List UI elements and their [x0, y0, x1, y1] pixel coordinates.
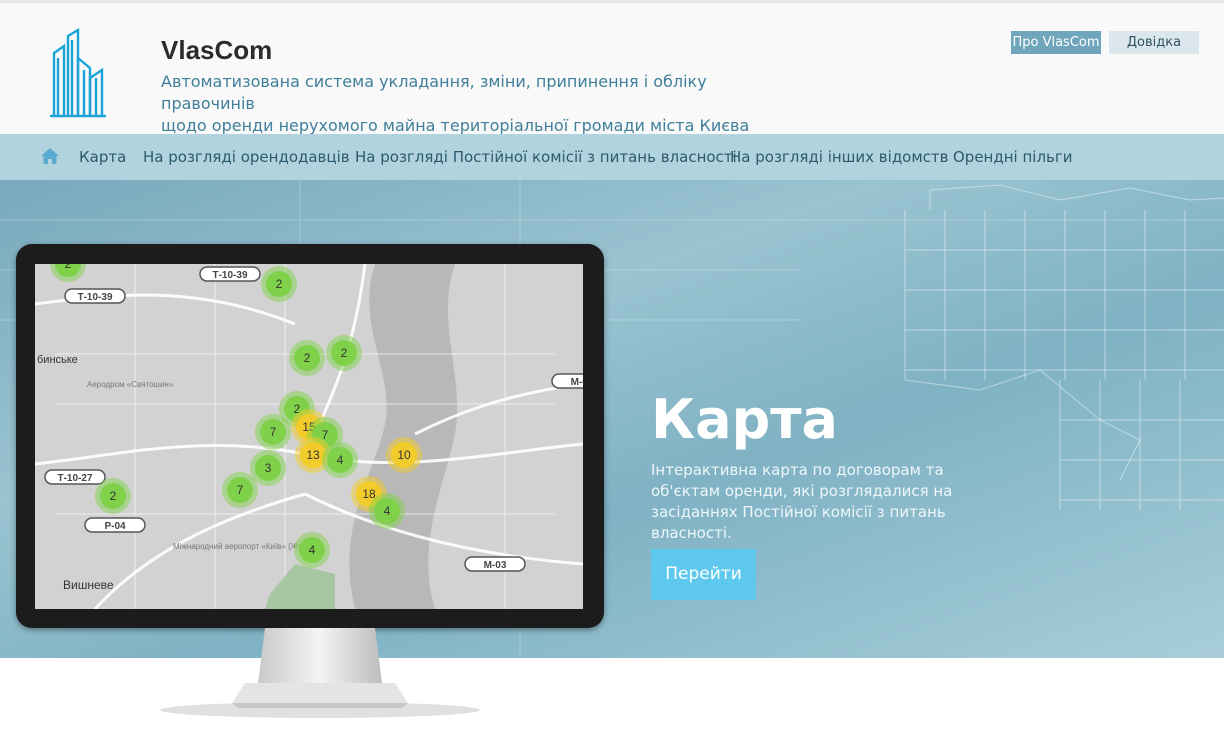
svg-text:2: 2 — [304, 351, 311, 365]
map-canvas: Т-10-39 Т-10-39 М-01 Т-10-27 Р-04 М-03 бинськ… — [35, 264, 583, 609]
svg-text:3: 3 — [265, 461, 272, 475]
road-label: М-01 — [551, 373, 583, 389]
brand-name[interactable]: VlasCom — [161, 35, 272, 66]
svg-text:М-03: М-03 — [484, 560, 507, 571]
map-cluster-marker[interactable]: 3 — [250, 450, 286, 486]
map-cluster-marker[interactable]: 4 — [294, 532, 330, 568]
map-cluster-marker[interactable]: 4 — [369, 493, 405, 529]
nav-item-rent-benefits[interactable]: Орендні пільги — [953, 148, 1073, 166]
home-icon[interactable] — [41, 148, 59, 164]
map-cluster-marker[interactable]: 2 — [289, 340, 325, 376]
svg-text:7: 7 — [237, 483, 244, 497]
svg-text:10: 10 — [397, 448, 411, 462]
map-cluster-marker[interactable]: 4 — [322, 442, 358, 478]
road-label: Т-10-39 — [199, 266, 261, 282]
nav-item-commission[interactable]: На розгляді Постійної комісії з питань в… — [355, 148, 737, 166]
svg-text:4: 4 — [384, 504, 391, 518]
svg-text:Р-04: Р-04 — [104, 521, 126, 532]
map-preview[interactable]: Т-10-39 Т-10-39 М-01 Т-10-27 Р-04 М-03 бинськ… — [35, 264, 583, 609]
city-buildings-logo-icon[interactable] — [50, 28, 106, 118]
svg-text:Т-10-27: Т-10-27 — [57, 473, 92, 484]
site-header: VlasCom Автоматизована система укладання… — [0, 3, 1224, 137]
place-label: бинське — [37, 354, 78, 366]
go-button[interactable]: Перейти — [651, 549, 756, 600]
nav-item-other-agencies[interactable]: На розгляді інших відомств — [730, 148, 949, 166]
brand-subtitle: Автоматизована система укладання, зміни,… — [161, 71, 801, 137]
map-cluster-marker[interactable]: 7 — [255, 414, 291, 450]
nav-item-landlords[interactable]: На розгляді орендодавців — [143, 148, 350, 166]
road-label: Т-10-39 — [64, 288, 126, 304]
map-cluster-marker[interactable]: 2 — [326, 335, 362, 371]
map-cluster-marker[interactable]: 2 — [261, 266, 297, 302]
main-nav: Карта На розгляді орендодавців На розгля… — [0, 134, 1224, 180]
monitor-stand — [160, 628, 480, 718]
road-label: Р-04 — [84, 517, 146, 533]
svg-text:М-01: М-01 — [571, 377, 583, 388]
map-cluster-marker[interactable]: 2 — [95, 478, 131, 514]
map-cluster-marker[interactable]: 7 — [222, 472, 258, 508]
hero-title: Карта — [651, 388, 838, 451]
road-label: Т-10-27 — [44, 469, 106, 485]
svg-text:13: 13 — [306, 448, 320, 462]
road-label: М-03 — [464, 556, 526, 572]
svg-text:4: 4 — [337, 453, 344, 467]
svg-text:Т-10-39: Т-10-39 — [77, 292, 112, 303]
about-button[interactable]: Про VlasCom — [1011, 31, 1101, 54]
svg-text:2: 2 — [341, 346, 348, 360]
hero-description: Інтерактивна карта по договорам та об'єк… — [651, 461, 953, 542]
nav-item-map[interactable]: Карта — [79, 148, 126, 166]
subtitle-line: Автоматизована система укладання, зміни,… — [161, 72, 707, 113]
svg-text:4: 4 — [309, 543, 316, 557]
place-label: Вишневе — [63, 578, 114, 592]
svg-text:2: 2 — [276, 277, 283, 291]
help-button[interactable]: Довідка — [1109, 31, 1199, 54]
place-label: Аеродром «Святошин» — [87, 380, 174, 389]
svg-text:2: 2 — [110, 489, 117, 503]
map-cluster-marker[interactable]: 10 — [386, 437, 422, 473]
svg-text:Т-10-39: Т-10-39 — [212, 270, 247, 281]
svg-text:7: 7 — [270, 425, 277, 439]
svg-text:2: 2 — [65, 264, 72, 271]
